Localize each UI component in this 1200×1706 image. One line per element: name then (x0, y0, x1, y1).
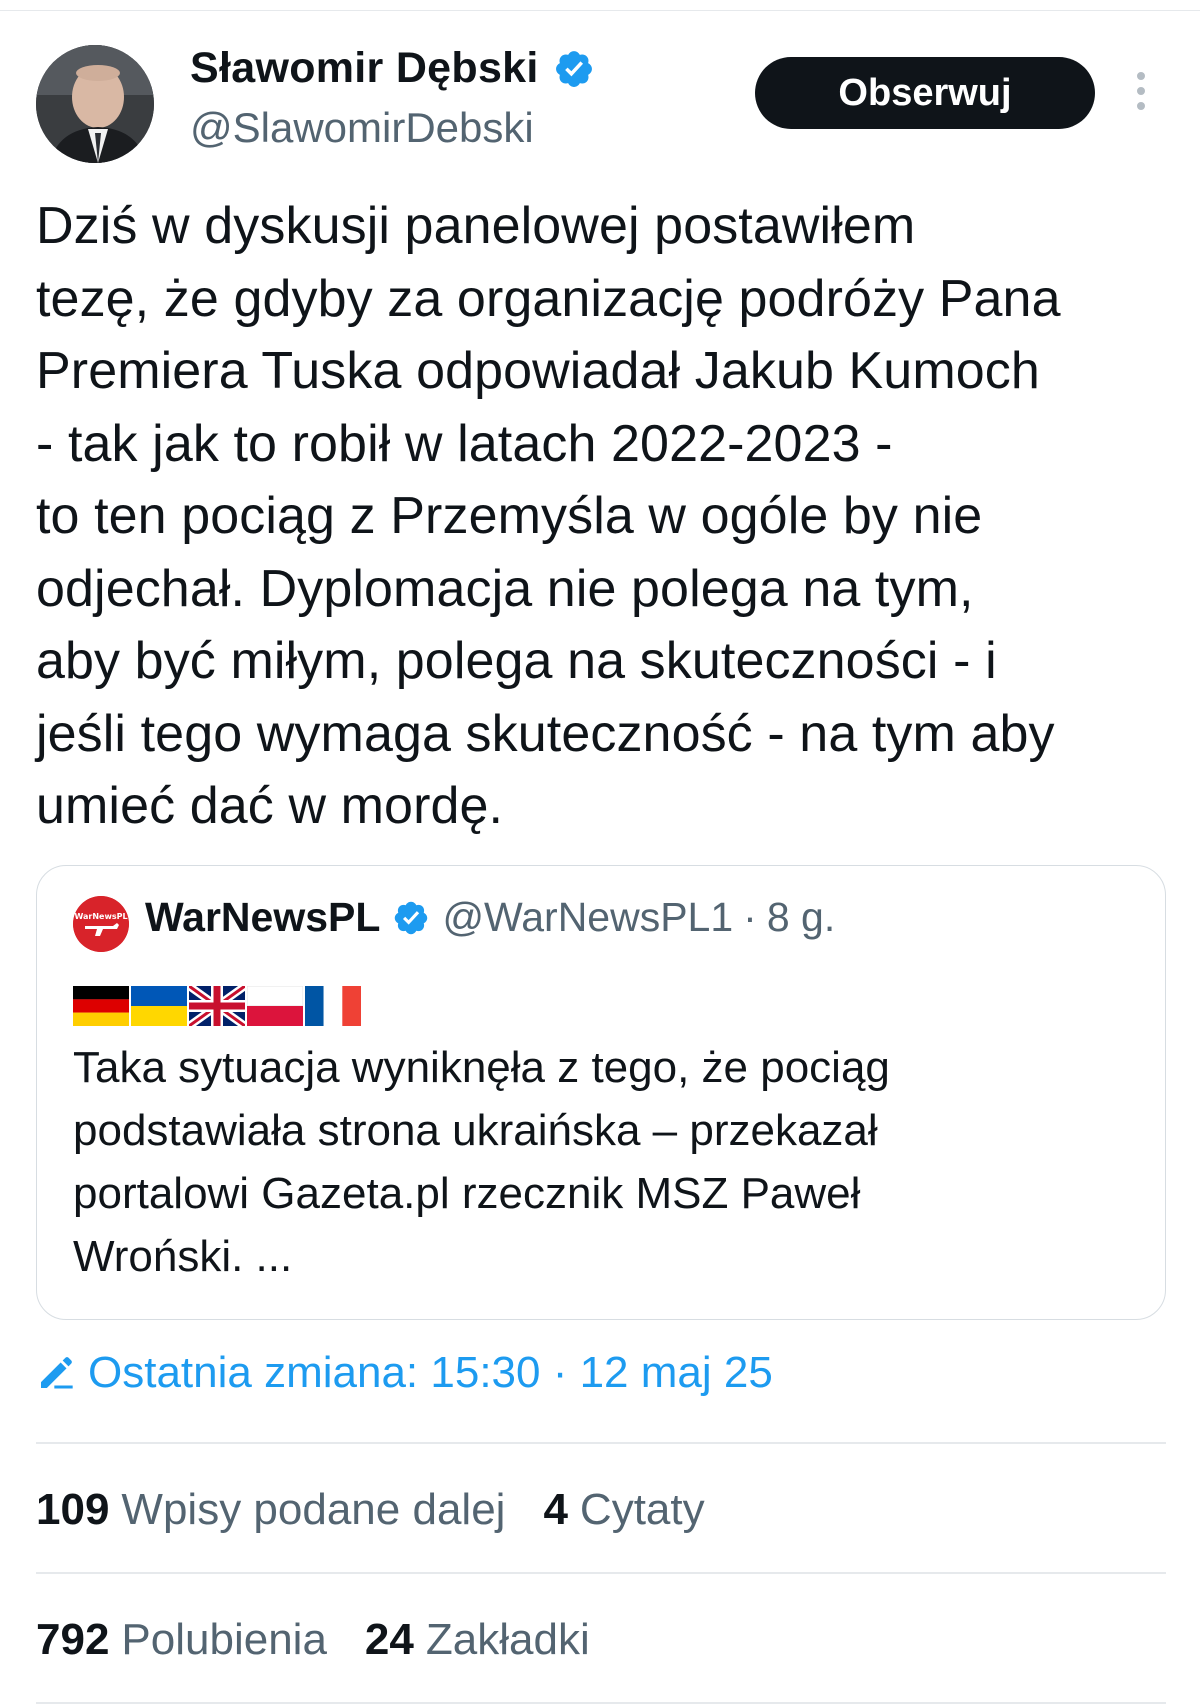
author-name[interactable]: Sławomir Dębski (190, 44, 539, 93)
likes-label: Polubienia (121, 1615, 327, 1664)
quoted-author-avatar[interactable]: WarNewsPL (73, 896, 129, 952)
edit-history-link[interactable]: Ostatnia zmiana: 15:30 · 12 maj 25 (36, 1348, 773, 1398)
quotes-label: Cytaty (579, 1485, 705, 1534)
more-vertical-icon[interactable] (1132, 72, 1150, 116)
stats-row-reposts: 109 Wpisy podane dalej 4 Cytaty (36, 1485, 705, 1535)
author-handle[interactable]: @SlawomirDebski (190, 104, 534, 152)
author-avatar[interactable] (36, 45, 154, 163)
flag-emoji-row (73, 986, 361, 1026)
separator-dot: · (743, 894, 757, 940)
follow-button[interactable]: Obserwuj (755, 57, 1095, 129)
likes-count: 792 (36, 1615, 110, 1664)
top-divider (0, 10, 1200, 11)
ukraine-flag-icon (131, 986, 187, 1026)
quoted-avatar-logo-text: WarNewsPL (74, 912, 127, 921)
bookmarks-label: Zakładki (425, 1615, 590, 1664)
pencil-icon (41, 1357, 73, 1389)
quoted-tweet-header: WarNewsPL @WarNewsPL1 · 8 g. (145, 894, 835, 941)
edit-history-label[interactable]: Ostatnia zmiana: 15:30 · 12 maj 25 (88, 1348, 773, 1398)
divider (36, 1572, 1166, 1574)
poland-flag-icon (247, 986, 303, 1026)
quoted-timestamp[interactable]: 8 g. (767, 894, 835, 941)
bookmarks-stat[interactable]: 24 Zakładki (365, 1615, 590, 1665)
bookmarks-count: 24 (364, 1615, 414, 1664)
author-name-row: Sławomir Dębski (190, 44, 595, 93)
quoted-author-handle[interactable]: @WarNewsPL1 (442, 894, 733, 941)
tweet-text: Dziś w dyskusji panelowej postawiłem tez… (36, 197, 1061, 835)
likes-stat[interactable]: 792 Polubienia (36, 1615, 327, 1665)
france-flag-icon (305, 986, 361, 1026)
quotes-count: 4 (543, 1485, 568, 1534)
tweet-detail: Sławomir Dębski @SlawomirDebski Obserwuj… (0, 0, 1200, 1706)
stats-row-likes: 792 Polubienia 24 Zakładki (36, 1615, 590, 1665)
verified-badge-icon (555, 50, 592, 87)
quoted-tweet-text: Taka sytuacja wyniknęła z tego, że pocią… (73, 1043, 890, 1281)
uk-flag-icon (189, 986, 245, 1026)
divider (36, 1442, 1166, 1444)
germany-flag-icon (73, 986, 129, 1026)
reposts-stat[interactable]: 109 Wpisy podane dalej (36, 1485, 505, 1535)
divider (36, 1702, 1166, 1704)
quotes-stat[interactable]: 4 Cytaty (543, 1485, 704, 1535)
quoted-tweet-card[interactable]: WarNewsPL WarNewsPL @WarNewsPL1 · 8 g. T… (36, 865, 1166, 1320)
quoted-author-name[interactable]: WarNewsPL (145, 894, 380, 941)
verified-badge-icon (395, 901, 428, 934)
reposts-label: Wpisy podane dalej (121, 1485, 506, 1534)
reposts-count: 109 (36, 1485, 110, 1534)
